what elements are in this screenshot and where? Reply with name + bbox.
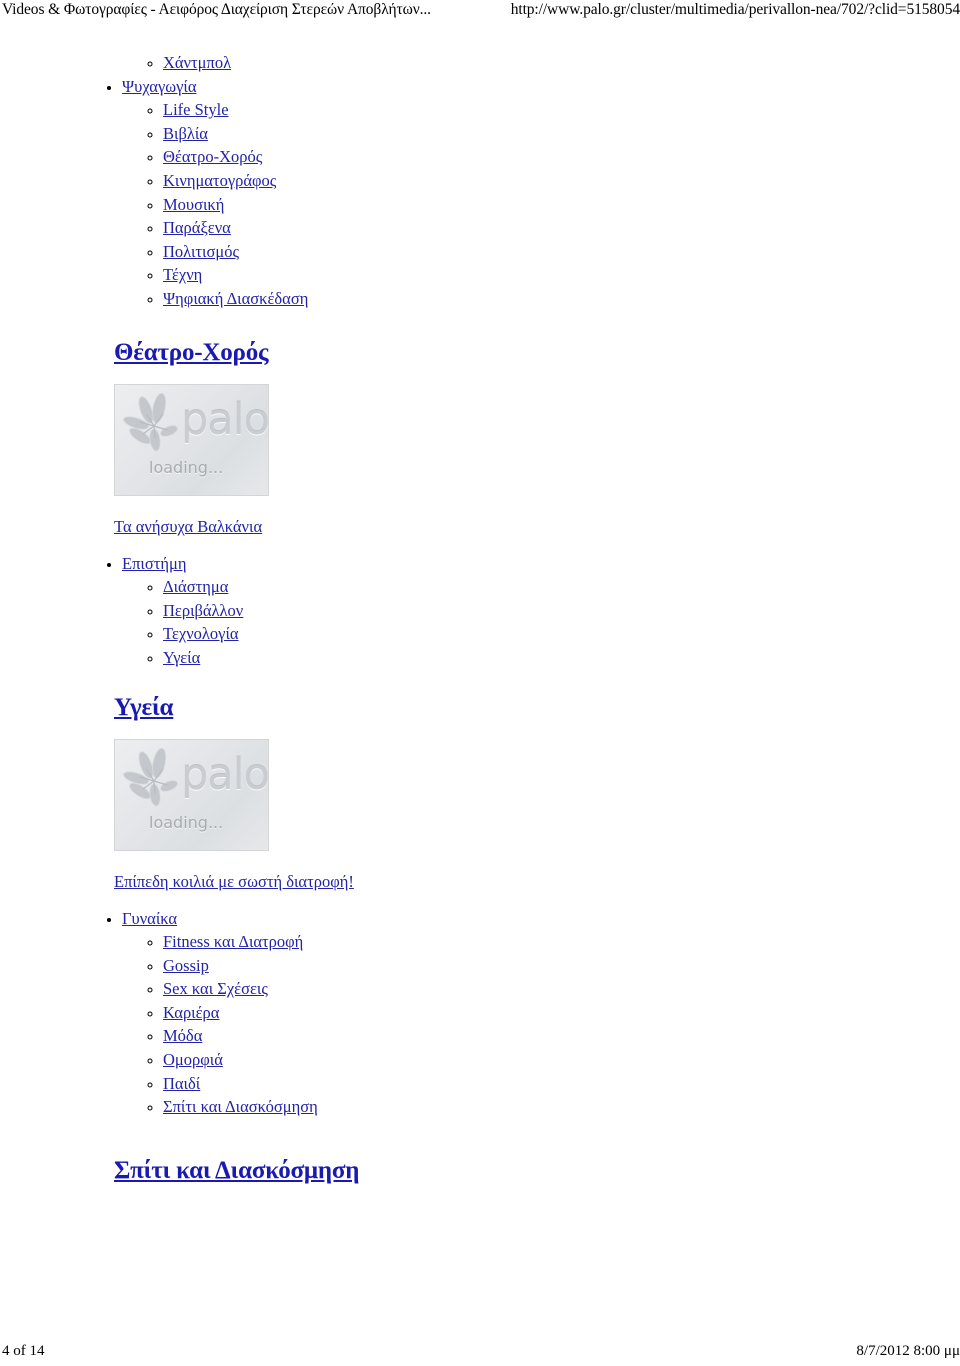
- article-thumbnail-theatro-xoros[interactable]: palo loading...: [114, 383, 269, 496]
- nav-group-epistimi: Επιστήμη Διάστημα Περιβάλλον Τεχνολογία …: [122, 553, 960, 671]
- list-item[interactable]: Καριέρα: [163, 1002, 960, 1026]
- list-item[interactable]: Τεχνολογία: [163, 623, 960, 647]
- section-heading: Υγεία: [114, 693, 960, 723]
- list-item[interactable]: Επιστήμη Διάστημα Περιβάλλον Τεχνολογία …: [122, 553, 960, 671]
- list-item[interactable]: Γυναίκα Fitness και Διατροφή Gossip Sex …: [122, 908, 960, 1120]
- list-item[interactable]: Θέατρο-Χορός: [163, 146, 960, 170]
- list-item[interactable]: Life Style: [163, 99, 960, 123]
- link-gossip[interactable]: Gossip: [163, 956, 209, 975]
- print-page-header: Videos & Φωτογραφίες - Αειφόρος Διαχείρι…: [0, 0, 960, 30]
- nav-group-gynaika: Γυναίκα Fitness και Διατροφή Gossip Sex …: [122, 908, 960, 1120]
- link-xantmpol[interactable]: Χάντμπολ: [163, 53, 231, 72]
- link-epipedi-koilia[interactable]: Επίπεδη κοιλιά με σωστή διατροφή!: [114, 872, 354, 891]
- link-life-style[interactable]: Life Style: [163, 100, 229, 119]
- section-title-link-theatro-xoros[interactable]: Θέατρο-Χορός: [114, 339, 269, 366]
- link-perivallon[interactable]: Περιβάλλον: [163, 601, 243, 620]
- list-item[interactable]: Παιδί: [163, 1073, 960, 1097]
- link-ygeia-sub[interactable]: Υγεία: [163, 648, 200, 667]
- section-heading: Σπίτι και Διασκόσμηση: [114, 1156, 960, 1186]
- list-item[interactable]: Διάστημα: [163, 576, 960, 600]
- sublist-gynaika: Fitness και Διατροφή Gossip Sex και Σχέσ…: [163, 931, 960, 1120]
- link-epistimi[interactable]: Επιστήμη: [122, 554, 186, 573]
- section-title-link-spiti-kai-diaskosmisi[interactable]: Σπίτι και Διασκόσμηση: [114, 1157, 359, 1184]
- link-psixagogia[interactable]: Ψυχαγωγία: [122, 77, 196, 96]
- link-gynaika[interactable]: Γυναίκα: [122, 909, 177, 928]
- list-item[interactable]: Περιβάλλον: [163, 600, 960, 624]
- list-item[interactable]: Ψυχαγωγία Life Style Βιβλία Θέατρο-Χορός…: [122, 76, 960, 312]
- nav-group-psixagogia: Ψυχαγωγία Life Style Βιβλία Θέατρο-Χορός…: [122, 76, 960, 312]
- palo-loading-text: loading...: [149, 457, 224, 477]
- list-item[interactable]: Βιβλία: [163, 123, 960, 147]
- section-title-link-ygeia[interactable]: Υγεία: [114, 694, 174, 721]
- link-paidi[interactable]: Παιδί: [163, 1074, 200, 1093]
- section-theatro-xoros: Θέατρο-Χορός palo loading... Τα ανήσυχα …: [114, 338, 960, 537]
- palo-leaf-icon: [123, 392, 185, 455]
- link-diastima[interactable]: Διάστημα: [163, 577, 228, 596]
- section-heading: Θέατρο-Χορός: [114, 338, 960, 368]
- list-item[interactable]: Gossip: [163, 955, 960, 979]
- link-texnologia[interactable]: Τεχνολογία: [163, 624, 239, 643]
- list-item[interactable]: Μόδα: [163, 1025, 960, 1049]
- list-item[interactable]: Σπίτι και Διασκόσμηση: [163, 1096, 960, 1120]
- list-item[interactable]: Ψηφιακή Διασκέδαση: [163, 288, 960, 312]
- link-moda[interactable]: Μόδα: [163, 1026, 202, 1045]
- list-item[interactable]: Ομορφιά: [163, 1049, 960, 1073]
- palo-loading-text: loading...: [149, 812, 224, 832]
- palo-brand-text: palo: [181, 749, 269, 800]
- list-item[interactable]: Sex και Σχέσεις: [163, 978, 960, 1002]
- link-kinimatografos[interactable]: Κινηματογράφος: [163, 171, 276, 190]
- link-texni[interactable]: Τέχνη: [163, 265, 202, 284]
- list-item[interactable]: Fitness και Διατροφή: [163, 931, 960, 955]
- list-item[interactable]: Κινηματογράφος: [163, 170, 960, 194]
- continued-sublist: Χάντμπολ: [163, 52, 960, 76]
- print-timestamp: 8/7/2012 8:00 μμ: [856, 1343, 960, 1359]
- list-item[interactable]: Πολιτισμός: [163, 241, 960, 265]
- link-politismos[interactable]: Πολιτισμός: [163, 242, 239, 261]
- sublist-epistimi: Διάστημα Περιβάλλον Τεχνολογία Υγεία: [163, 576, 960, 670]
- page-content: Χάντμπολ Ψυχαγωγία Life Style Βιβλία Θέα…: [0, 52, 960, 1186]
- article-thumbnail-ygeia[interactable]: palo loading...: [114, 738, 269, 851]
- list-item[interactable]: Παράξενα: [163, 217, 960, 241]
- link-ta-anisyxa-valkania[interactable]: Τα ανήσυχα Βαλκάνια: [114, 517, 262, 536]
- article-caption[interactable]: Τα ανήσυχα Βαλκάνια: [114, 516, 960, 537]
- link-vivlia[interactable]: Βιβλία: [163, 124, 208, 143]
- section-spiti-kai-diaskosmisi: Σπίτι και Διασκόσμηση: [114, 1156, 960, 1186]
- link-sex-kai-sxeseis[interactable]: Sex και Σχέσεις: [163, 979, 268, 998]
- link-theatro-xoros[interactable]: Θέατρο-Χορός: [163, 147, 262, 166]
- link-spiti-kai-diaskosmisi-sub[interactable]: Σπίτι και Διασκόσμηση: [163, 1097, 318, 1116]
- link-psifiaki-diaskedasi[interactable]: Ψηφιακή Διασκέδαση: [163, 289, 308, 308]
- list-item[interactable]: Χάντμπολ: [163, 52, 960, 76]
- article-caption[interactable]: Επίπεδη κοιλιά με σωστή διατροφή!: [114, 871, 960, 892]
- page-header-url: http://www.palo.gr/cluster/multimedia/pe…: [510, 1, 960, 18]
- link-mousiki[interactable]: Μουσική: [163, 195, 224, 214]
- link-fitness-kai-diatrofi[interactable]: Fitness και Διατροφή: [163, 932, 303, 951]
- list-item[interactable]: Μουσική: [163, 194, 960, 218]
- list-item[interactable]: Υγεία: [163, 647, 960, 671]
- sublist-psixagogia: Life Style Βιβλία Θέατρο-Χορός Κινηματογ…: [163, 99, 960, 311]
- link-omorfia[interactable]: Ομορφιά: [163, 1050, 223, 1069]
- page-number: 4 of 14: [2, 1343, 45, 1359]
- section-ygeia: Υγεία palo loading... Επίπεδη κοιλιά με …: [114, 693, 960, 892]
- link-kariera[interactable]: Καριέρα: [163, 1003, 219, 1022]
- palo-brand-text: palo: [181, 394, 269, 445]
- palo-leaf-icon: [123, 747, 185, 810]
- page-header-title: Videos & Φωτογραφίες - Αειφόρος Διαχείρι…: [2, 1, 431, 18]
- list-item[interactable]: Τέχνη: [163, 264, 960, 288]
- link-paraksena[interactable]: Παράξενα: [163, 218, 231, 237]
- print-page-footer: 4 of 14 8/7/2012 8:00 μμ: [0, 1340, 960, 1362]
